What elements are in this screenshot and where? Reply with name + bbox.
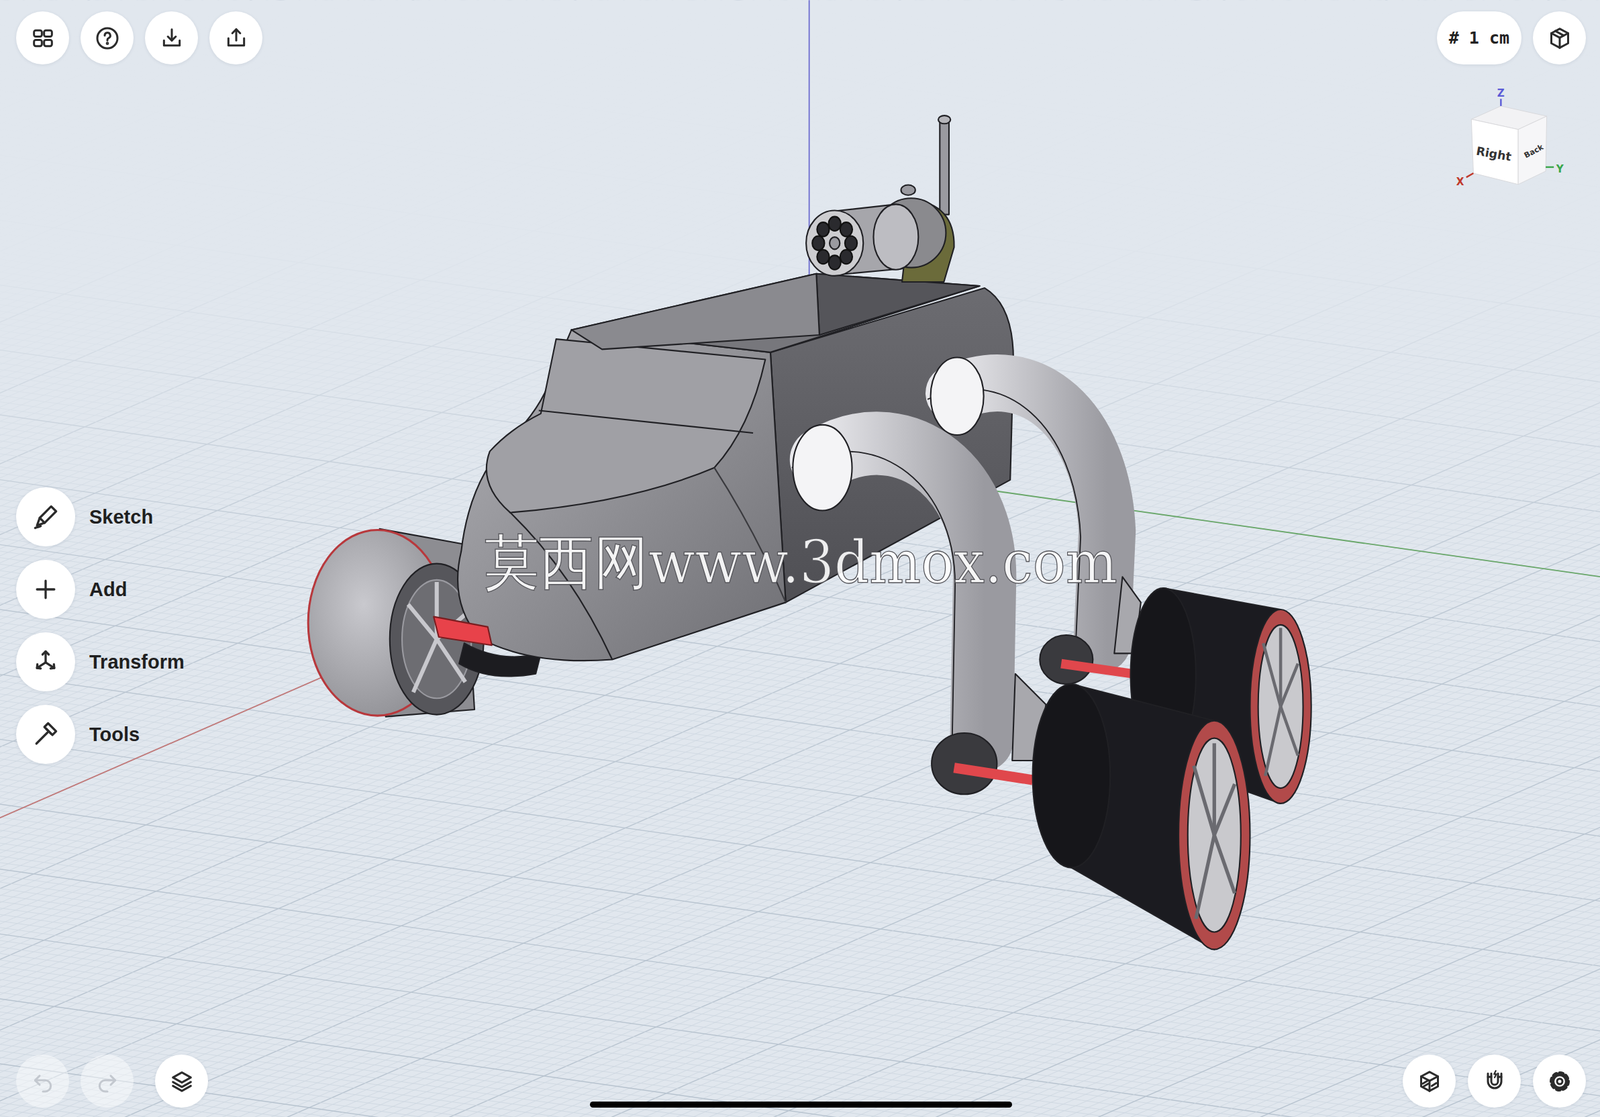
export-button[interactable]: [209, 11, 263, 65]
bottom-bar: [16, 1054, 1586, 1108]
layers-button[interactable]: [155, 1054, 209, 1108]
grid-size-label: # 1 cm: [1448, 28, 1510, 48]
redo-button[interactable]: [80, 1054, 134, 1108]
pencil-icon: [30, 502, 61, 532]
section-view-button[interactable]: [1402, 1054, 1456, 1108]
tool-list: Sketch Add Transform Tools: [16, 487, 185, 764]
section-box-icon: [1416, 1067, 1443, 1095]
tool-button[interactable]: [16, 704, 76, 764]
move-arrows-icon: [30, 646, 61, 677]
view-cube[interactable]: Right Back Z X Y: [1448, 84, 1572, 197]
tool-label[interactable]: Sketch: [89, 506, 154, 529]
home-indicator[interactable]: [589, 1101, 1013, 1108]
viewport-canvas[interactable]: 莫西网www.3dmox.com: [0, 0, 1600, 1117]
watermark: 莫西网www.3dmox.com: [484, 527, 1118, 597]
bottom-right-toolbar: [1402, 1054, 1586, 1108]
tool-item[interactable]: Transform: [16, 632, 185, 692]
tool-item[interactable]: Tools: [16, 704, 185, 764]
plus-icon: [30, 574, 61, 605]
hammer-icon: [30, 719, 61, 749]
tool-button[interactable]: [16, 487, 76, 547]
vehicle-model[interactable]: [308, 115, 1312, 949]
help-button[interactable]: [80, 11, 134, 65]
view-mode-button[interactable]: [1532, 11, 1586, 65]
gear-icon: [1546, 1067, 1574, 1095]
tool-item[interactable]: Sketch: [16, 487, 185, 547]
magnet-icon: [1481, 1067, 1509, 1095]
bottom-left-toolbar: [16, 1054, 209, 1108]
axis-label: X: [1456, 175, 1465, 188]
undo-arrow-icon: [29, 1067, 57, 1095]
menu-button[interactable]: [16, 11, 70, 65]
question-mark-icon: [93, 24, 121, 52]
snapping-button[interactable]: [1467, 1054, 1521, 1108]
settings-button[interactable]: [1532, 1054, 1586, 1108]
apps-grid-icon: [29, 24, 57, 52]
grid-size-button[interactable]: # 1 cm: [1436, 11, 1522, 65]
tool-button[interactable]: [16, 632, 76, 692]
tool-label[interactable]: Tools: [89, 723, 140, 746]
tool-panel: Sketch Add Transform Tools: [16, 196, 1586, 1055]
top-right-controls: # 1 cm Right Back Z X Y: [1436, 11, 1586, 197]
world-axes: [0, 0, 1600, 857]
download-icon: [158, 24, 186, 52]
tool-button[interactable]: [16, 559, 76, 619]
redo-arrow-icon: [93, 1067, 121, 1095]
ground-grid: [0, 0, 1600, 1117]
axis-label: Y: [1555, 163, 1565, 176]
top-left-toolbar: [16, 11, 263, 65]
undo-button[interactable]: [16, 1054, 70, 1108]
top-right-toolbar: # 1 cm: [1436, 11, 1586, 65]
ui-overlay: # 1 cm Right Back Z X Y Sketch Add Transform Tool…: [0, 0, 1600, 1117]
upload-icon: [222, 24, 250, 52]
cube-face-label[interactable]: Right: [1475, 144, 1513, 164]
tool-label[interactable]: Add: [89, 578, 127, 601]
axis-label: Z: [1497, 87, 1505, 100]
cube-face-label[interactable]: Back: [1522, 142, 1545, 161]
top-bar: # 1 cm Right Back Z X Y: [16, 11, 1586, 197]
layers-icon: [168, 1067, 196, 1095]
cube-icon: [1546, 24, 1574, 52]
import-button[interactable]: [144, 11, 198, 65]
tool-label[interactable]: Transform: [89, 651, 185, 674]
tool-item[interactable]: Add: [16, 559, 185, 619]
